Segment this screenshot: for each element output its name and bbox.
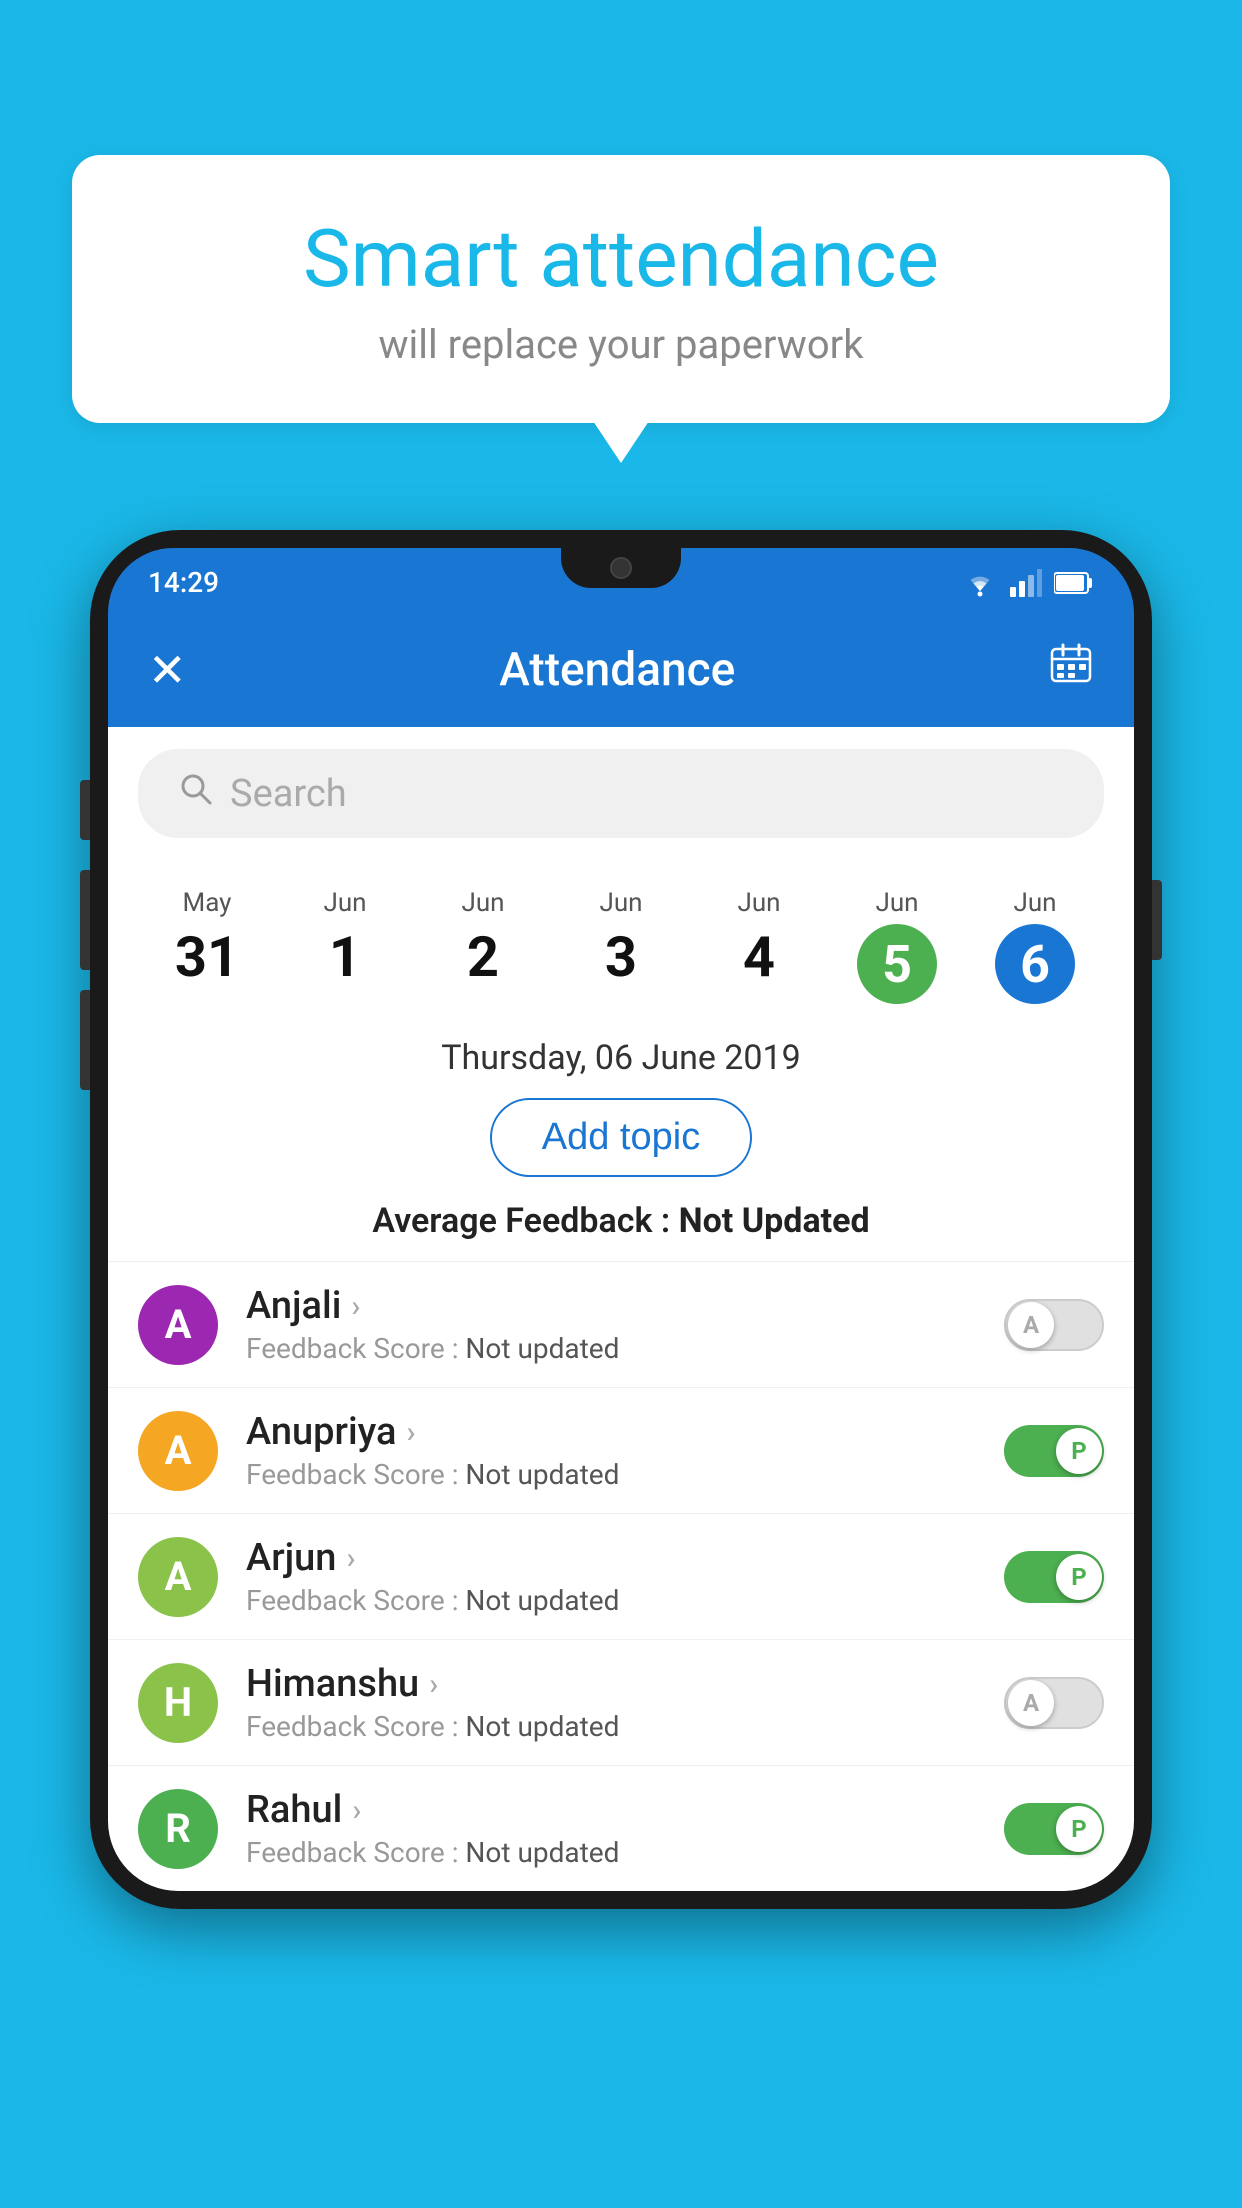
close-button[interactable]: ✕ <box>148 643 187 698</box>
bubble-subtitle: will replace your paperwork <box>132 321 1110 368</box>
phone-frame: 14:29 <box>90 530 1152 1909</box>
calendar-row: May31Jun1Jun2Jun3Jun4Jun5Jun6 <box>108 860 1134 1022</box>
student-feedback: Feedback Score : Not updated <box>246 1458 1004 1491</box>
side-button-left-3 <box>80 990 90 1090</box>
phone-notch <box>561 548 681 588</box>
wifi-icon <box>962 569 998 597</box>
student-item[interactable]: A Arjun › Feedback Score : Not updatedP <box>108 1513 1134 1639</box>
avg-feedback-label: Average Feedback : <box>372 1201 678 1241</box>
student-name: Anupriya › <box>246 1410 1004 1454</box>
attendance-toggle[interactable]: P <box>1004 1425 1104 1477</box>
search-input-wrapper[interactable]: Search <box>138 749 1104 838</box>
student-feedback: Feedback Score : Not updated <box>246 1584 1004 1617</box>
front-camera <box>610 557 632 579</box>
student-item[interactable]: R Rahul › Feedback Score : Not updatedP <box>108 1765 1134 1891</box>
side-button-left-2 <box>80 870 90 970</box>
student-feedback: Feedback Score : Not updated <box>246 1836 1004 1869</box>
signal-icon <box>1010 569 1042 597</box>
calendar-date[interactable]: Jun3 <box>552 880 690 998</box>
attendance-toggle[interactable]: AA <box>1004 1299 1104 1351</box>
calendar-date[interactable]: Jun5 <box>828 880 966 1012</box>
student-name: Anjali › <box>246 1284 1004 1328</box>
calendar-date[interactable]: Jun2 <box>414 880 552 998</box>
student-name: Arjun › <box>246 1536 1004 1580</box>
battery-icon <box>1054 571 1094 595</box>
search-bar: Search <box>108 727 1134 860</box>
attendance-toggle[interactable]: P <box>1004 1803 1104 1855</box>
avatar: A <box>138 1537 218 1617</box>
calendar-date[interactable]: Jun1 <box>276 880 414 998</box>
bubble-title: Smart attendance <box>132 215 1110 303</box>
avatar: A <box>138 1411 218 1491</box>
student-item[interactable]: H Himanshu › Feedback Score : Not updatedA… <box>108 1639 1134 1765</box>
avatar: H <box>138 1663 218 1743</box>
add-topic-button[interactable]: Add topic <box>490 1098 752 1177</box>
student-feedback: Feedback Score : Not updated <box>246 1710 1004 1743</box>
student-item[interactable]: A Anjali › Feedback Score : Not updatedAA <box>108 1261 1134 1387</box>
student-list: AAnjali ›Feedback Score : Not updatedAAA… <box>108 1261 1134 1891</box>
search-icon <box>178 771 214 816</box>
status-time: 14:29 <box>148 566 219 599</box>
student-name: Himanshu › <box>246 1662 1004 1706</box>
speech-bubble-container: Smart attendance will replace your paper… <box>72 155 1170 423</box>
attendance-toggle[interactable]: AA <box>1004 1677 1104 1729</box>
calendar-date[interactable]: Jun6 <box>966 880 1104 1012</box>
status-icons <box>962 569 1094 597</box>
side-button-right <box>1152 880 1162 960</box>
search-placeholder: Search <box>230 772 347 816</box>
calendar-button[interactable] <box>1048 641 1094 699</box>
attendance-toggle[interactable]: P <box>1004 1551 1104 1603</box>
selected-date-label: Thursday, 06 June 2019 <box>108 1022 1134 1098</box>
avatar: R <box>138 1789 218 1869</box>
side-button-left-1 <box>80 780 90 840</box>
speech-bubble: Smart attendance will replace your paper… <box>72 155 1170 423</box>
app-bar: ✕ Attendance <box>108 613 1134 727</box>
avg-feedback-value: Not Updated <box>679 1201 870 1241</box>
calendar-date[interactable]: May31 <box>138 880 276 998</box>
student-item[interactable]: A Anupriya › Feedback Score : Not updatedP <box>108 1387 1134 1513</box>
student-name: Rahul › <box>246 1788 1004 1832</box>
screen-content: Search May31Jun1Jun2Jun3Jun4Jun5Jun6 Thu… <box>108 727 1134 1891</box>
app-bar-title: Attendance <box>499 643 735 697</box>
calendar-date[interactable]: Jun4 <box>690 880 828 998</box>
student-feedback: Feedback Score : Not updated <box>246 1332 1004 1365</box>
phone-wrapper: 14:29 <box>90 530 1152 2208</box>
avg-feedback: Average Feedback : Not Updated <box>108 1201 1134 1261</box>
avatar: A <box>138 1285 218 1365</box>
